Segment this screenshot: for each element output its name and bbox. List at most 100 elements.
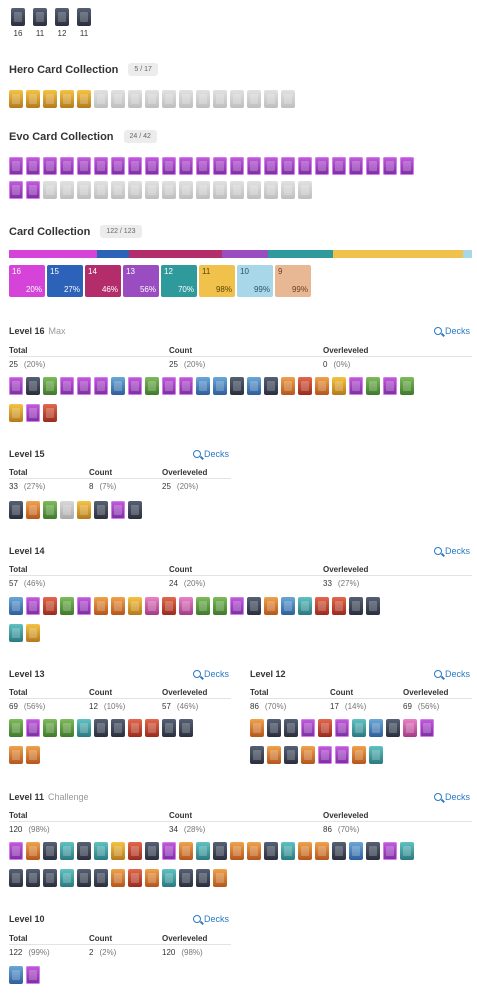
card[interactable] — [9, 842, 23, 860]
card[interactable] — [383, 377, 397, 395]
card[interactable] — [77, 597, 91, 615]
card[interactable] — [94, 719, 108, 737]
card[interactable] — [196, 377, 210, 395]
card[interactable] — [9, 624, 23, 642]
card[interactable] — [94, 597, 108, 615]
card[interactable] — [250, 746, 264, 764]
hero-card-locked[interactable] — [281, 90, 295, 108]
card[interactable] — [26, 966, 40, 984]
card[interactable] — [43, 597, 57, 615]
card[interactable] — [196, 842, 210, 860]
card[interactable] — [26, 501, 40, 519]
hero-card-locked[interactable] — [111, 90, 125, 108]
card[interactable] — [250, 719, 264, 737]
evo-card-locked[interactable] — [179, 181, 193, 199]
evo-card[interactable] — [213, 157, 227, 175]
card[interactable] — [335, 746, 349, 764]
card[interactable] — [369, 719, 383, 737]
evo-card[interactable] — [9, 157, 23, 175]
card[interactable] — [349, 597, 363, 615]
card[interactable] — [9, 746, 23, 764]
card[interactable] — [332, 597, 346, 615]
evo-card[interactable] — [145, 157, 159, 175]
rarity-tile-9[interactable]: 9 99% — [275, 265, 311, 297]
card[interactable] — [179, 869, 193, 887]
card[interactable] — [162, 842, 176, 860]
card[interactable] — [213, 377, 227, 395]
hero-card[interactable] — [43, 90, 57, 108]
card[interactable] — [43, 869, 57, 887]
card[interactable] — [366, 377, 380, 395]
level-15-decks-link[interactable]: Decks — [193, 449, 229, 459]
evo-card-locked[interactable] — [60, 181, 74, 199]
card[interactable] — [196, 869, 210, 887]
evo-card[interactable] — [111, 157, 125, 175]
evo-card[interactable] — [400, 157, 414, 175]
card[interactable] — [230, 842, 244, 860]
card[interactable] — [247, 842, 261, 860]
card[interactable] — [128, 842, 142, 860]
rarity-tile-15[interactable]: 15 27% — [47, 265, 83, 297]
card[interactable] — [179, 377, 193, 395]
level-16-decks-link[interactable]: Decks — [434, 326, 470, 336]
card[interactable] — [400, 842, 414, 860]
evo-card-locked[interactable] — [145, 181, 159, 199]
card[interactable] — [43, 501, 57, 519]
card[interactable] — [111, 597, 125, 615]
card[interactable] — [145, 869, 159, 887]
evo-card[interactable] — [128, 157, 142, 175]
card[interactable] — [352, 746, 366, 764]
evo-card[interactable] — [298, 157, 312, 175]
card[interactable] — [128, 869, 142, 887]
evo-card[interactable] — [162, 157, 176, 175]
card[interactable] — [145, 719, 159, 737]
hero-card[interactable] — [60, 90, 74, 108]
hero-card[interactable] — [26, 90, 40, 108]
hero-card-locked[interactable] — [247, 90, 261, 108]
card[interactable] — [383, 842, 397, 860]
card[interactable] — [43, 719, 57, 737]
evo-card-locked[interactable] — [247, 181, 261, 199]
card[interactable] — [315, 842, 329, 860]
evo-card-locked[interactable] — [94, 181, 108, 199]
card[interactable] — [352, 719, 366, 737]
card[interactable] — [77, 719, 91, 737]
hero-card-locked[interactable] — [230, 90, 244, 108]
card[interactable] — [179, 842, 193, 860]
evo-card[interactable] — [332, 157, 346, 175]
card[interactable] — [298, 842, 312, 860]
card[interactable] — [315, 377, 329, 395]
card[interactable] — [318, 719, 332, 737]
card[interactable] — [301, 719, 315, 737]
hero-card-locked[interactable] — [128, 90, 142, 108]
card[interactable] — [196, 597, 210, 615]
card[interactable] — [349, 842, 363, 860]
evo-card[interactable] — [179, 157, 193, 175]
card[interactable] — [26, 746, 40, 764]
card[interactable] — [9, 501, 23, 519]
card[interactable] — [230, 377, 244, 395]
card[interactable] — [26, 597, 40, 615]
evo-card[interactable] — [383, 157, 397, 175]
card[interactable] — [9, 719, 23, 737]
evo-card[interactable] — [281, 157, 295, 175]
card[interactable] — [366, 597, 380, 615]
card[interactable] — [9, 377, 23, 395]
evo-card[interactable] — [9, 181, 23, 199]
evo-card-locked[interactable] — [281, 181, 295, 199]
card[interactable] — [43, 842, 57, 860]
card[interactable] — [60, 869, 74, 887]
rarity-tile-13[interactable]: 13 56% — [123, 265, 159, 297]
card[interactable] — [26, 869, 40, 887]
card[interactable] — [315, 597, 329, 615]
hero-card-locked[interactable] — [145, 90, 159, 108]
card[interactable] — [264, 377, 278, 395]
card[interactable] — [145, 377, 159, 395]
level-13-decks-link[interactable]: Decks — [193, 669, 229, 679]
card[interactable] — [162, 869, 176, 887]
evo-card-locked[interactable] — [43, 181, 57, 199]
card[interactable] — [400, 377, 414, 395]
card[interactable] — [369, 746, 383, 764]
card[interactable] — [128, 597, 142, 615]
card[interactable] — [43, 377, 57, 395]
